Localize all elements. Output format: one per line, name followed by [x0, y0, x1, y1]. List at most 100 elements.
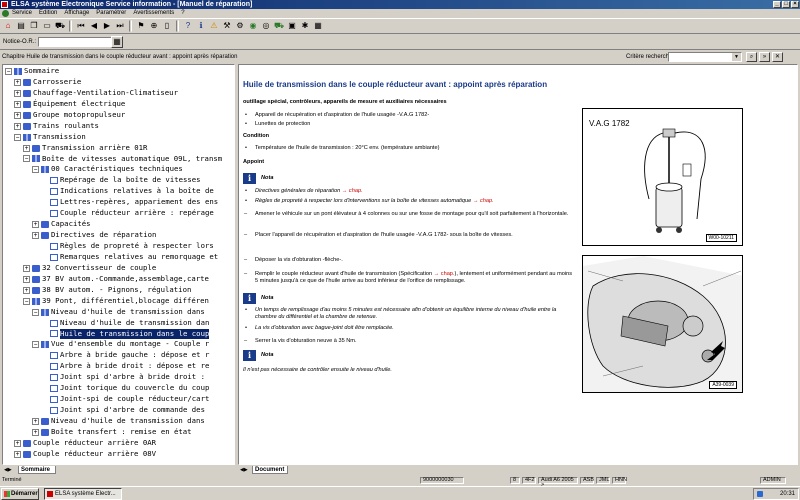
minimize-button[interactable]: _: [773, 1, 781, 8]
tree-item[interactable]: + Niveau d'huile de transmission dans: [3, 416, 234, 427]
chap-link[interactable]: → chap.: [342, 188, 363, 194]
contents-tree-pane[interactable]: − Sommaire + Carrosserie + Chauffage-Ventilat…: [2, 64, 235, 465]
tree-item[interactable]: +38 BV autom. - Pignons, régulation: [3, 285, 234, 296]
tree-item[interactable]: +32 Convertisseur de couple: [3, 263, 234, 274]
warn-icon[interactable]: ⚠: [208, 20, 220, 32]
expand-icon[interactable]: +: [14, 122, 21, 130]
tree-item[interactable]: +37 BV autom.-Commande,assemblage,carte: [3, 274, 234, 285]
menu-service[interactable]: Service: [12, 9, 32, 18]
expand-icon[interactable]: +: [23, 286, 30, 294]
menu-edition[interactable]: Edition: [39, 9, 57, 18]
window-title-bar[interactable]: ELSA système Electronique Service inform…: [0, 0, 800, 9]
expand-icon[interactable]: +: [14, 450, 21, 458]
tree-item[interactable]: Joint-spi de couple réducteur/cart: [3, 394, 234, 405]
tab-scroll-icon[interactable]: ◀▶: [4, 467, 12, 473]
tree-item[interactable]: Joint spi d'arbre à bride droit :: [3, 372, 234, 383]
copy-icon[interactable]: ❐: [28, 20, 40, 32]
tree-item[interactable]: − Niveau d'huile de transmission dans: [3, 307, 234, 318]
tree-item[interactable]: Joint torique du couvercle du coup: [3, 383, 234, 394]
document-pane[interactable]: Huile de transmission dans le couple réd…: [238, 64, 798, 465]
expand-icon[interactable]: +: [14, 100, 21, 108]
notice-input[interactable]: [38, 36, 113, 47]
globe-icon[interactable]: ◉: [247, 20, 259, 32]
tab-scroll-icon[interactable]: ◀▶: [240, 467, 248, 473]
info-icon[interactable]: ℹ: [195, 20, 207, 32]
tree-item[interactable]: Remarques relatives au remorquage et: [3, 252, 234, 263]
collapse-icon[interactable]: −: [14, 133, 21, 141]
expand-icon[interactable]: +: [14, 78, 21, 86]
tree-item[interactable]: Huile de transmission dans le coup: [3, 328, 234, 340]
close-button[interactable]: ×: [791, 1, 799, 8]
expand-icon[interactable]: +: [14, 89, 21, 97]
search-input[interactable]: ▼: [668, 52, 742, 62]
doc-icon[interactable]: ▯: [161, 20, 173, 32]
network-icon[interactable]: [757, 491, 763, 497]
print-icon[interactable]: ▤: [15, 20, 27, 32]
tree-item[interactable]: Lettres-repères, appariement des ens: [3, 197, 234, 208]
settings-icon[interactable]: ⚙: [234, 20, 246, 32]
tree-item[interactable]: Repérage de la boîte de vitesses: [3, 175, 234, 186]
zoom-icon[interactable]: ⊕: [148, 20, 160, 32]
collapse-icon[interactable]: −: [32, 341, 39, 349]
window-icon[interactable]: ▦: [312, 20, 324, 32]
tree-item[interactable]: + Capacités: [3, 219, 234, 230]
open-icon[interactable]: ▭: [41, 20, 53, 32]
tree-item[interactable]: Couple réducteur arrière : repérage: [3, 208, 234, 219]
tree-item[interactable]: + Boîte transfert : remise en état: [3, 427, 234, 438]
expand-icon[interactable]: +: [32, 232, 39, 240]
collapse-icon[interactable]: −: [23, 297, 30, 305]
expand-icon[interactable]: +: [23, 144, 30, 152]
car2-icon[interactable]: ⛟: [273, 20, 285, 32]
wheel-icon[interactable]: ◎: [260, 20, 272, 32]
menu-avertissements[interactable]: Avertissements: [133, 9, 174, 18]
tree-item[interactable]: Indications relatives à la boîte de: [3, 186, 234, 197]
tree-item[interactable]: + Chauffage-Ventilation-Climatiseur: [3, 88, 234, 99]
search-clear-icon[interactable]: ✕: [772, 52, 783, 62]
tree-item[interactable]: + Couple réducteur arrière 0AR: [3, 438, 234, 449]
expand-icon[interactable]: +: [14, 439, 21, 447]
prev-icon[interactable]: ◀: [88, 20, 100, 32]
tree-item[interactable]: Niveau d'huile de transmission dan: [3, 318, 234, 329]
notice-lookup-icon[interactable]: ▦: [111, 36, 123, 48]
car-icon[interactable]: ⛟: [54, 20, 66, 32]
tree-item[interactable]: − Boîte de vitesses automatique 09L, tran…: [3, 154, 234, 165]
tree-item[interactable]: − 00 Caractéristiques techniques: [3, 164, 234, 175]
chap-link[interactable]: → chap.: [434, 271, 455, 277]
expand-icon[interactable]: +: [32, 428, 39, 436]
expand-icon[interactable]: +: [32, 221, 39, 229]
menu-affichage[interactable]: Affichage: [64, 9, 89, 18]
next-icon[interactable]: ▶: [101, 20, 113, 32]
tree-item[interactable]: − Sommaire: [3, 66, 234, 77]
collapse-icon[interactable]: −: [32, 166, 39, 174]
home-icon[interactable]: ⌂: [2, 20, 14, 32]
bookmark-icon[interactable]: ⚑: [135, 20, 147, 32]
gear-icon[interactable]: ✱: [299, 20, 311, 32]
chevron-down-icon[interactable]: ▼: [732, 53, 741, 61]
tree-item[interactable]: + Carrosserie: [3, 77, 234, 88]
tree-item[interactable]: + Directives de réparation: [3, 230, 234, 241]
menu-parametrer[interactable]: Paramétrer: [96, 9, 126, 18]
tree-item[interactable]: − Transmission: [3, 132, 234, 143]
collapse-icon[interactable]: −: [5, 67, 12, 75]
tree-item[interactable]: + Trains roulants: [3, 121, 234, 132]
tab-sommaire[interactable]: Sommaire: [18, 466, 56, 474]
tree-item[interactable]: − 39 Pont, différentiel,blocage différen: [3, 296, 234, 307]
maximize-button[interactable]: □: [782, 1, 790, 8]
expand-icon[interactable]: +: [14, 111, 21, 119]
last-icon[interactable]: ⏭: [114, 20, 126, 32]
help-icon[interactable]: ?: [182, 20, 194, 32]
expand-icon[interactable]: +: [32, 417, 39, 425]
search-next-icon[interactable]: »: [759, 52, 770, 62]
tool-icon[interactable]: ⚒: [221, 20, 233, 32]
tree-item[interactable]: Arbre à bride gauche : dépose et r: [3, 350, 234, 361]
search-icon[interactable]: ⌕: [746, 52, 757, 62]
first-icon[interactable]: ⏮: [75, 20, 87, 32]
chap-link[interactable]: → chap.: [473, 198, 494, 204]
expand-icon[interactable]: +: [23, 275, 30, 283]
tree-item[interactable]: + Équipement électrique: [3, 99, 234, 110]
tree-item[interactable]: + Groupe motopropulseur: [3, 110, 234, 121]
menu-help[interactable]: ?: [181, 9, 184, 18]
tree-item[interactable]: + Transmission arrière 01R: [3, 143, 234, 154]
tree-item[interactable]: Règles de propreté à respecter lors: [3, 241, 234, 252]
taskbar-item-elsa[interactable]: ELSA système Electr...: [44, 488, 122, 500]
